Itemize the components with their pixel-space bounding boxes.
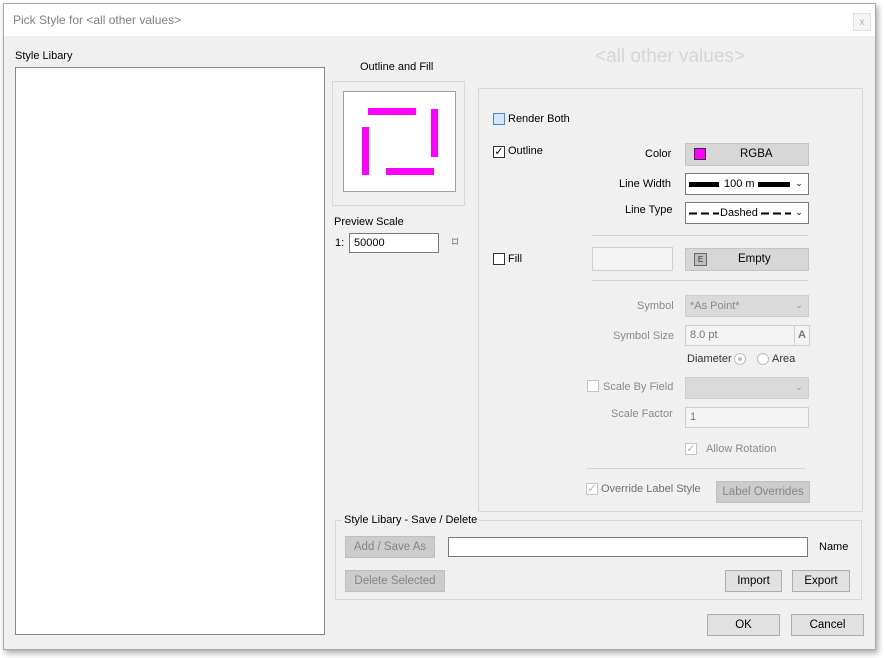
area-radio[interactable] — [757, 353, 769, 365]
fill-checkbox[interactable] — [493, 253, 505, 265]
empty-fill-icon: E — [694, 253, 707, 266]
allow-rotation-label: Allow Rotation — [706, 443, 777, 455]
symbol-label: Symbol — [637, 300, 674, 312]
name-label: Name — [819, 541, 849, 553]
line-type-select[interactable]: Dashed ⌄ — [685, 202, 809, 224]
color-button-label: RGBA — [740, 148, 773, 160]
export-button[interactable]: Export — [792, 570, 850, 592]
thick-line-right-icon — [758, 182, 790, 187]
line-type-value: Dashed — [720, 207, 758, 219]
unit-toggle-icon[interactable]: A — [794, 325, 810, 346]
diameter-radio[interactable] — [734, 353, 746, 365]
ok-button[interactable]: OK — [707, 614, 780, 636]
chevron-down-icon: ⌄ — [795, 382, 803, 392]
save-delete-group-title: Style Libary - Save / Delete — [342, 514, 480, 526]
dashed-square-preview-icon — [362, 108, 438, 175]
area-label: Area — [772, 353, 796, 365]
preview-canvas — [343, 91, 456, 192]
chevron-down-icon: ⌄ — [795, 207, 803, 217]
diameter-label: Diameter — [687, 353, 732, 365]
symbol-size-label: Symbol Size — [613, 330, 675, 342]
divider — [587, 468, 805, 469]
scale-factor-input[interactable]: 1 — [685, 407, 809, 428]
symbol-size-input[interactable]: 8.0 pt — [685, 325, 795, 346]
override-label-style-checkbox[interactable]: ✓ — [586, 483, 598, 495]
radio-selected-dot — [738, 357, 742, 361]
fill-button[interactable]: E Empty — [685, 248, 809, 271]
line-width-value: 100 m — [724, 178, 755, 190]
label-overrides-button[interactable]: Label Overrides — [716, 481, 810, 503]
preview-heading: Outline and Fill — [360, 61, 434, 73]
divider — [592, 280, 808, 281]
import-button[interactable]: Import — [725, 570, 782, 592]
style-name-input[interactable] — [448, 537, 808, 557]
scale-by-field-checkbox[interactable] — [587, 380, 599, 392]
line-width-label: Line Width — [619, 178, 671, 190]
fill-button-label: Empty — [738, 253, 771, 265]
dash-line-right-icon — [761, 212, 791, 215]
line-width-select[interactable]: 100 m ⌄ — [685, 173, 809, 195]
color-button[interactable]: RGBA — [685, 143, 809, 166]
thick-line-left-icon — [689, 182, 719, 187]
override-label-style-label: Override Label Style — [601, 483, 701, 495]
render-both-checkbox[interactable] — [493, 113, 505, 125]
delete-selected-button[interactable]: Delete Selected — [345, 570, 445, 592]
window-title: Pick Style for <all other values> — [13, 13, 182, 27]
fill-preview-box — [592, 247, 673, 271]
dash-line-left-icon — [689, 212, 719, 215]
preview-swatch-shape — [362, 108, 438, 175]
preview-scale-label: Preview Scale — [334, 216, 404, 228]
outline-checkbox[interactable]: ✓ — [493, 146, 505, 158]
line-type-label: Line Type — [625, 204, 673, 216]
allow-rotation-checkbox[interactable]: ✓ — [685, 443, 697, 455]
fill-label: Fill — [508, 253, 523, 265]
cancel-button[interactable]: Cancel — [791, 614, 864, 636]
color-label: Color — [645, 148, 672, 160]
add-save-as-button[interactable]: Add / Save As — [345, 536, 435, 558]
style-library-label: Style Libary — [15, 50, 73, 62]
scale-factor-label: Scale Factor — [611, 408, 673, 420]
preview-scale-input[interactable]: 50000 — [349, 233, 439, 253]
color-swatch-icon — [694, 148, 706, 160]
chevron-down-icon: ⌄ — [795, 300, 803, 310]
scale-by-field-label: Scale By Field — [603, 381, 674, 393]
symbol-select[interactable]: *As Point* ⌄ — [685, 295, 809, 317]
divider — [592, 235, 808, 236]
symbol-value: *As Point* — [690, 300, 740, 312]
scale-field-select[interactable]: ⌄ — [685, 377, 809, 399]
style-library-list[interactable] — [15, 67, 325, 635]
render-both-label: Render Both — [508, 113, 570, 125]
outline-label: Outline — [508, 145, 543, 157]
preview-scale-prefix: 1: — [335, 237, 345, 249]
value-title: <all other values> — [595, 46, 745, 67]
close-button[interactable]: x — [853, 13, 871, 31]
chevron-down-icon: ⌄ — [795, 178, 803, 188]
scale-reset-icon[interactable]: ⌑ — [452, 235, 458, 249]
